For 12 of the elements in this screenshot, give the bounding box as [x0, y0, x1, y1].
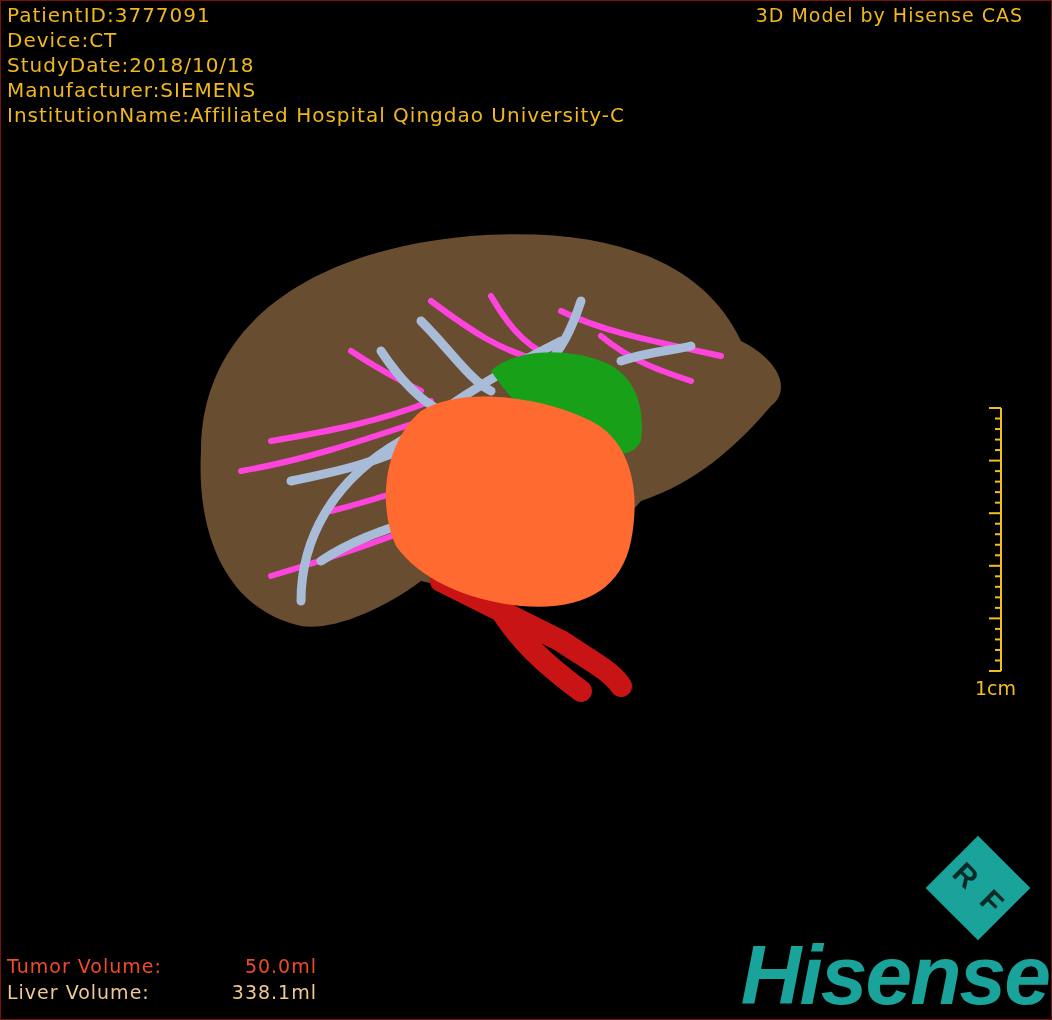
patient-info-text: Device:CT	[7, 28, 119, 53]
patient-info-text: Manufacturer:SIEMENS	[7, 78, 258, 103]
viewer-title: 3D Model by Hisense CAS	[755, 3, 1023, 28]
patient-info-text: InstitutionName:Affiliated Hospital Qingdao University-C	[7, 103, 626, 128]
volume-value: 338.1ml	[230, 980, 317, 1005]
patient-info-text: StudyDate:2018/10/18	[7, 53, 256, 78]
scale-label: 1cm	[974, 677, 1016, 699]
volume-label: Tumor Volume:	[7, 954, 163, 979]
volume-value: 50.0ml	[243, 954, 317, 979]
patient-info-text: PatientID:3777091	[7, 3, 212, 28]
brand-logo: Hisense	[740, 935, 1050, 1015]
volume-label: Liver Volume:	[7, 980, 151, 1005]
